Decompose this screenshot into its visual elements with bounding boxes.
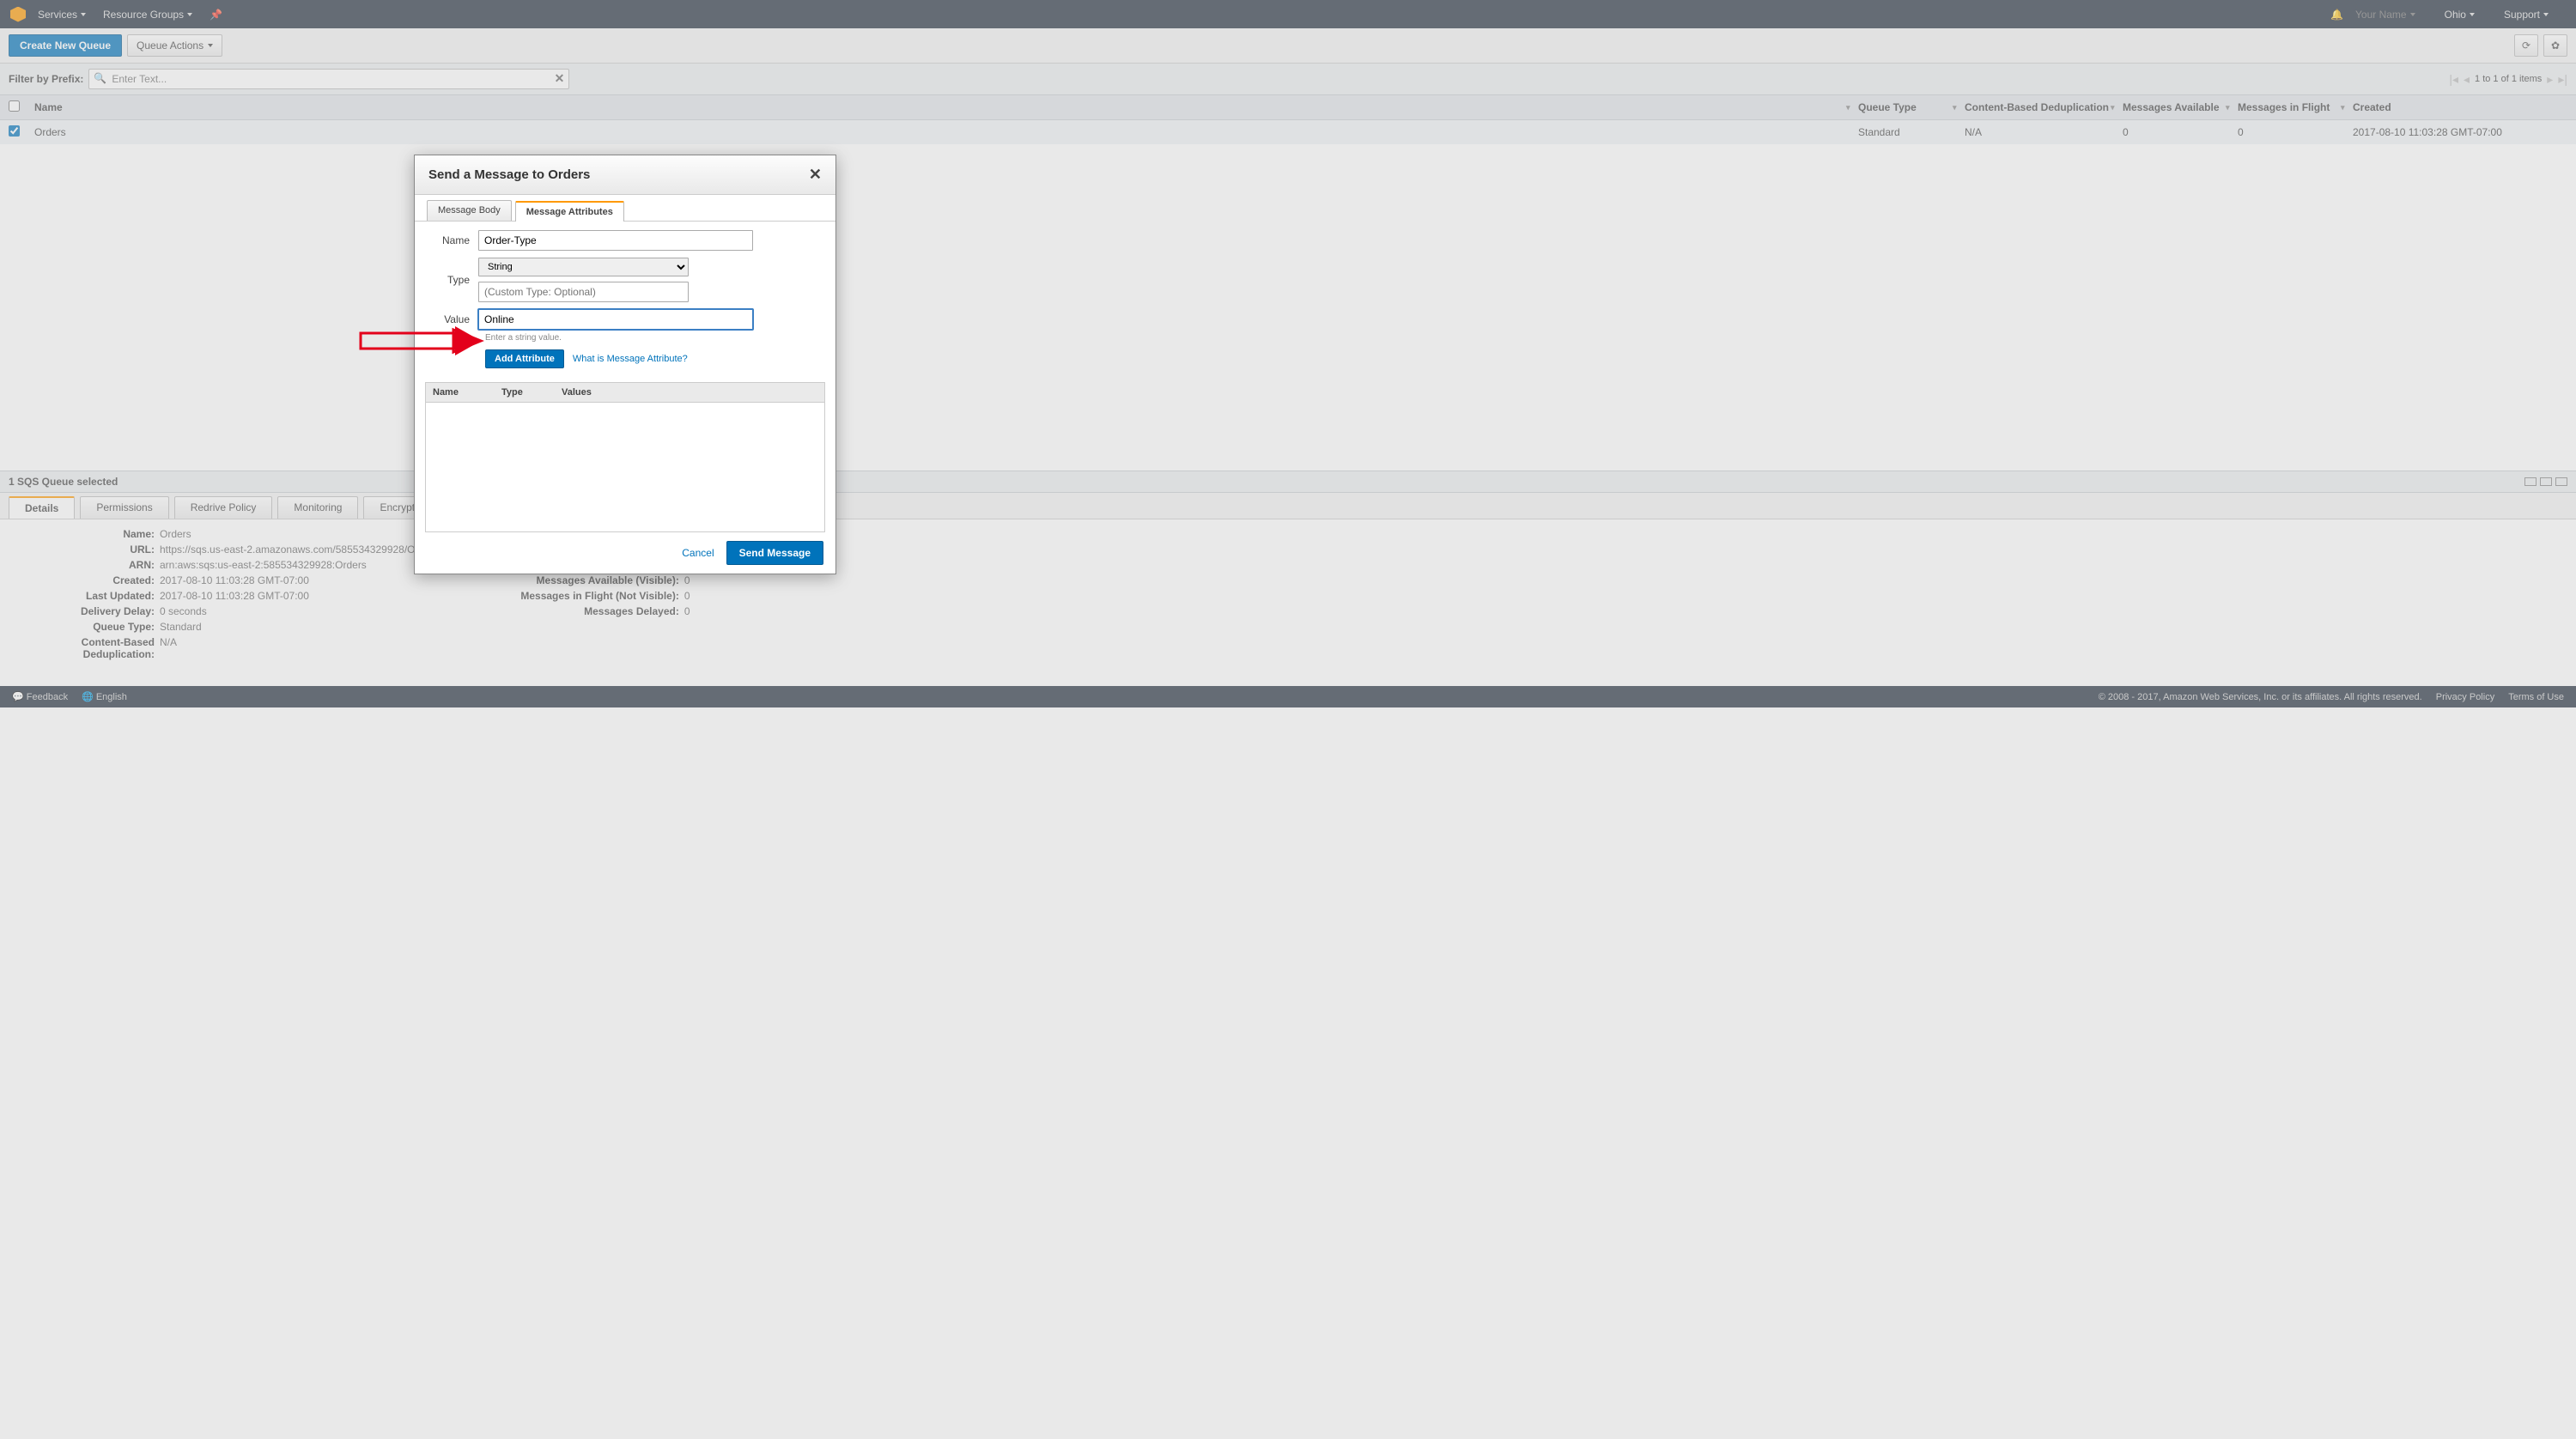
attr-col-values: Values bbox=[562, 387, 817, 398]
attr-name-input[interactable] bbox=[478, 230, 753, 251]
add-attribute-button[interactable]: Add Attribute bbox=[485, 349, 564, 368]
attr-custom-type-input[interactable] bbox=[478, 282, 689, 302]
attr-value-hint: Enter a string value. bbox=[485, 333, 818, 343]
modal-overlay: Send a Message to Orders ✕ Message Body … bbox=[0, 0, 2576, 1439]
attribute-table: Name Type Values bbox=[425, 382, 825, 532]
close-icon[interactable]: ✕ bbox=[809, 166, 822, 184]
modal-title: Send a Message to Orders bbox=[428, 167, 590, 182]
attr-name-label: Name bbox=[432, 234, 470, 246]
what-is-attribute-link[interactable]: What is Message Attribute? bbox=[573, 354, 688, 364]
attr-value-label: Value bbox=[432, 313, 470, 325]
attr-type-select[interactable]: String bbox=[478, 258, 689, 276]
attr-type-label: Type bbox=[432, 274, 470, 286]
attr-col-type: Type bbox=[501, 387, 562, 398]
attr-value-input[interactable] bbox=[478, 309, 753, 330]
attribute-table-body bbox=[426, 403, 824, 531]
attr-col-name: Name bbox=[433, 387, 501, 398]
tab-message-body[interactable]: Message Body bbox=[427, 200, 512, 221]
send-message-modal: Send a Message to Orders ✕ Message Body … bbox=[414, 155, 836, 574]
tab-message-attributes[interactable]: Message Attributes bbox=[515, 201, 624, 222]
cancel-button[interactable]: Cancel bbox=[682, 547, 714, 559]
send-message-button[interactable]: Send Message bbox=[726, 541, 823, 565]
